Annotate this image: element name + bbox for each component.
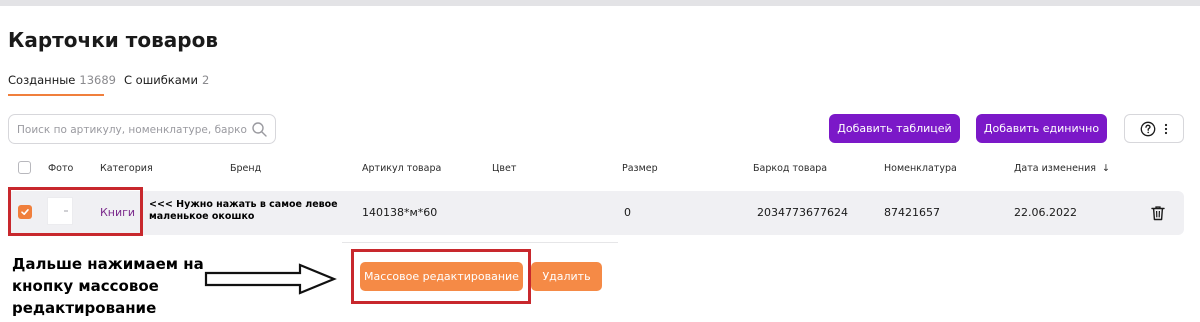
- cell-article: 140138*м*60: [362, 206, 438, 219]
- arrow-right-icon: [204, 263, 337, 295]
- tab-errors[interactable]: С ошибками 2: [124, 73, 209, 87]
- tab-created-label: Созданные: [8, 73, 76, 87]
- cell-size: 0: [624, 206, 631, 219]
- column-header-nomenclature: Номенклатура: [884, 163, 957, 174]
- column-header-category: Категория: [100, 163, 153, 174]
- column-header-date-modified[interactable]: Дата изменения ↓: [1014, 163, 1110, 174]
- tab-created-count: 13689: [79, 73, 116, 87]
- search-box: [8, 114, 276, 144]
- instruction-annotation: Дальше нажимаем на кнопку массовое редак…: [12, 255, 204, 317]
- tab-created[interactable]: Созданные 13689: [8, 73, 116, 87]
- tab-errors-count: 2: [201, 73, 210, 87]
- help-menu-button[interactable]: [1124, 114, 1184, 143]
- column-header-size: Размер: [622, 163, 658, 174]
- search-input[interactable]: [17, 121, 247, 139]
- thumbnail-placeholder-mark: [64, 210, 68, 212]
- cell-barcode: 2034773677624: [757, 206, 848, 219]
- column-header-barcode: Баркод товара: [753, 163, 828, 174]
- trash-icon[interactable]: [1151, 205, 1165, 221]
- more-vertical-icon: [1164, 123, 1168, 134]
- search-icon[interactable]: [251, 121, 268, 138]
- select-all-checkbox[interactable]: [18, 161, 31, 174]
- delete-button[interactable]: Удалить: [531, 262, 602, 291]
- column-header-brand: Бренд: [230, 163, 262, 174]
- product-photo-thumbnail[interactable]: [47, 197, 73, 225]
- arrow-down-icon: ↓: [1102, 163, 1111, 174]
- column-header-color: Цвет: [492, 163, 517, 174]
- bulk-actions-divider: [342, 242, 618, 243]
- hint-annotation: <<< Нужно нажать в самое левое маленькое…: [149, 199, 338, 222]
- page-title: Карточки товаров: [8, 28, 218, 52]
- add-single-button[interactable]: Добавить единично: [976, 114, 1107, 143]
- top-bar: [0, 0, 1200, 6]
- help-circle-icon: [1140, 121, 1156, 136]
- column-header-photo: Фото: [48, 163, 74, 174]
- checkmark-icon: [21, 209, 29, 215]
- cell-date-modified: 22.06.2022: [1014, 206, 1077, 219]
- row-checkbox[interactable]: [18, 205, 32, 219]
- cell-nomenclature: 87421657: [884, 206, 940, 219]
- date-modified-label: Дата изменения: [1014, 163, 1097, 174]
- category-link[interactable]: Книги: [100, 206, 135, 219]
- active-tab-underline: [8, 94, 104, 96]
- highlight-frame-bulk-edit: [351, 249, 531, 304]
- add-table-button[interactable]: Добавить таблицей: [829, 114, 960, 143]
- column-header-article: Артикул товара: [362, 163, 442, 174]
- tab-errors-label: С ошибками: [124, 73, 198, 87]
